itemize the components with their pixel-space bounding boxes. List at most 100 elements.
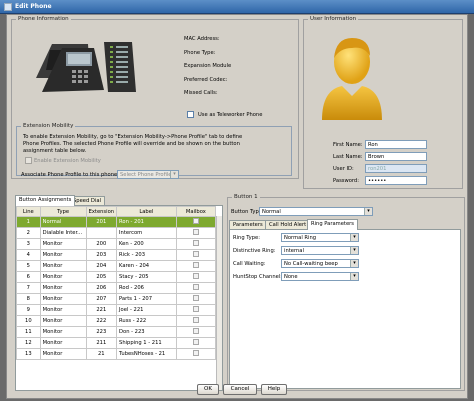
phone-information-title: Phone Information	[16, 16, 71, 22]
distinctive-ring-select[interactable]: internal ▾	[281, 246, 359, 255]
extension-cell: 222	[85, 315, 118, 327]
table-row[interactable]: 3 Monitor 200 Ken - 200	[16, 238, 217, 250]
line-cell: 11	[16, 326, 41, 338]
line-cell: 12	[16, 337, 41, 349]
mailbox-checkbox[interactable]	[192, 262, 199, 268]
table-scrollbar[interactable]	[216, 216, 222, 390]
user-id-field[interactable]: ron201	[365, 164, 427, 173]
user-avatar-icon	[322, 38, 382, 120]
enable-extension-mobility-label: Enable Extension Mobility	[34, 158, 101, 164]
huntstop-channel-label: HuntStop Channel:	[233, 274, 282, 280]
type-cell: Monitor	[39, 238, 87, 250]
line-cell: 10	[16, 315, 41, 327]
table-row[interactable]: 2 Dialable Inter... Intercom	[16, 227, 217, 239]
extension-cell: 206	[85, 282, 118, 294]
label-cell: TubesNHoses - 21	[116, 348, 177, 360]
mailbox-checkbox[interactable]	[192, 251, 199, 257]
button-1-title: Button 1	[232, 194, 260, 200]
column-header-extension[interactable]: Extension	[85, 206, 118, 217]
phone-profile-select[interactable]: Select Phone Profile ▾	[117, 170, 179, 179]
table-row[interactable]: 7 Monitor 206 Rod - 206	[16, 282, 217, 294]
huntstop-channel-select[interactable]: None ▾	[281, 272, 359, 281]
mailbox-cell	[175, 249, 217, 261]
column-header-label[interactable]: Label	[116, 206, 177, 217]
ring-type-label: Ring Type:	[233, 235, 260, 241]
table-row[interactable]: 9 Monitor 221 Joel - 221	[16, 304, 217, 316]
mailbox-checkbox[interactable]	[192, 306, 199, 312]
table-row[interactable]: 1 Normal 201 Ron - 201	[16, 216, 217, 228]
tab-ring-parameters[interactable]: Ring Parameters	[307, 219, 358, 230]
mailbox-checkbox[interactable]	[192, 284, 199, 290]
password-field[interactable]: ••••••	[365, 176, 427, 185]
last-name-label: Last Name:	[333, 154, 363, 160]
extension-cell: 205	[85, 271, 118, 283]
column-header-line[interactable]: Line	[16, 206, 41, 217]
call-waiting-label: Call Waiting:	[233, 261, 266, 267]
line-cell: 7	[16, 282, 41, 294]
mailbox-checkbox[interactable]	[192, 229, 199, 235]
table-row[interactable]: 12 Monitor 211 Shipping 1 - 211	[16, 337, 217, 349]
edit-phone-window: Edit Phone Phone Information MAC Address…	[0, 0, 474, 401]
mailbox-checkbox[interactable]	[192, 295, 199, 301]
window-icon	[4, 2, 12, 11]
table-row[interactable]: 8 Monitor 207 Parts 1 - 207	[16, 293, 217, 305]
mailbox-checkbox[interactable]	[192, 317, 199, 323]
table-row[interactable]: 6 Monitor 205 Stacy - 205	[16, 271, 217, 283]
first-name-label: First Name:	[333, 142, 363, 148]
table-row[interactable]: 11 Monitor 223 Don - 223	[16, 326, 217, 338]
line-cell: 8	[16, 293, 41, 305]
label-cell: Rick - 203	[116, 249, 177, 261]
extension-cell: 201	[85, 216, 118, 228]
mailbox-checkbox[interactable]	[192, 218, 199, 224]
column-header-mailbox[interactable]: Mailbox	[175, 206, 217, 217]
type-cell: Monitor	[39, 304, 87, 316]
label-cell: Russ - 222	[116, 315, 177, 327]
help-button[interactable]: Help	[261, 384, 287, 395]
call-waiting-value: No Call-waiting beep	[284, 261, 338, 267]
mailbox-cell	[175, 348, 217, 360]
label-cell: Parts 1 - 207	[116, 293, 177, 305]
ok-button[interactable]: OK	[197, 384, 219, 395]
table-row[interactable]: 5 Monitor 204 Karen - 204	[16, 260, 217, 272]
extension-cell: 204	[85, 260, 118, 272]
table-row[interactable]: 13 Monitor 21 TubesNHoses - 21	[16, 348, 217, 360]
extension-cell: 21	[85, 348, 118, 360]
extension-cell: 207	[85, 293, 118, 305]
button-assignment-panel: Line Type Extension Label Mailbox 1 Norma…	[15, 205, 223, 391]
distinctive-ring-value: internal	[284, 248, 304, 254]
first-name-field[interactable]: Ron	[365, 140, 427, 149]
missed-calls-label: Missed Calls:	[184, 90, 218, 96]
chevron-down-icon: ▾	[350, 247, 358, 254]
call-waiting-select[interactable]: No Call-waiting beep ▾	[281, 259, 359, 268]
label-cell: Intercom	[116, 227, 177, 239]
column-header-type[interactable]: Type	[39, 206, 87, 217]
extension-cell: 211	[85, 337, 118, 349]
cancel-button[interactable]: Cancel	[223, 384, 257, 395]
mailbox-checkbox[interactable]	[192, 328, 199, 334]
type-cell: Monitor	[39, 326, 87, 338]
ring-type-value: Normal Ring	[284, 235, 317, 241]
enable-extension-mobility-checkbox[interactable]	[25, 157, 32, 164]
tab-button-assignments[interactable]: Button Assignments	[15, 195, 76, 206]
label-cell: Rod - 206	[116, 282, 177, 294]
chevron-down-icon: ▾	[364, 208, 372, 215]
table-row[interactable]: 10 Monitor 222 Russ - 222	[16, 315, 217, 327]
title-bar[interactable]: Edit Phone	[0, 0, 474, 14]
button-type-select[interactable]: Normal ▾	[259, 207, 373, 216]
teleworker-checkbox[interactable]	[187, 111, 194, 118]
label-cell: Don - 223	[116, 326, 177, 338]
mailbox-checkbox[interactable]	[192, 240, 199, 246]
table-row[interactable]: 4 Monitor 203 Rick - 203	[16, 249, 217, 261]
mailbox-cell	[175, 304, 217, 316]
last-name-field[interactable]: Brown	[365, 152, 427, 161]
mailbox-checkbox[interactable]	[192, 350, 199, 356]
mailbox-checkbox[interactable]	[192, 339, 199, 345]
type-cell: Monitor	[39, 271, 87, 283]
line-cell: 13	[16, 348, 41, 360]
chevron-down-icon: ▾	[350, 260, 358, 267]
label-cell: Stacy - 205	[116, 271, 177, 283]
ring-type-select[interactable]: Normal Ring ▾	[281, 233, 359, 242]
mailbox-cell	[175, 216, 217, 228]
mailbox-checkbox[interactable]	[192, 273, 199, 279]
extension-mobility-title: Extension Mobility	[21, 123, 76, 129]
